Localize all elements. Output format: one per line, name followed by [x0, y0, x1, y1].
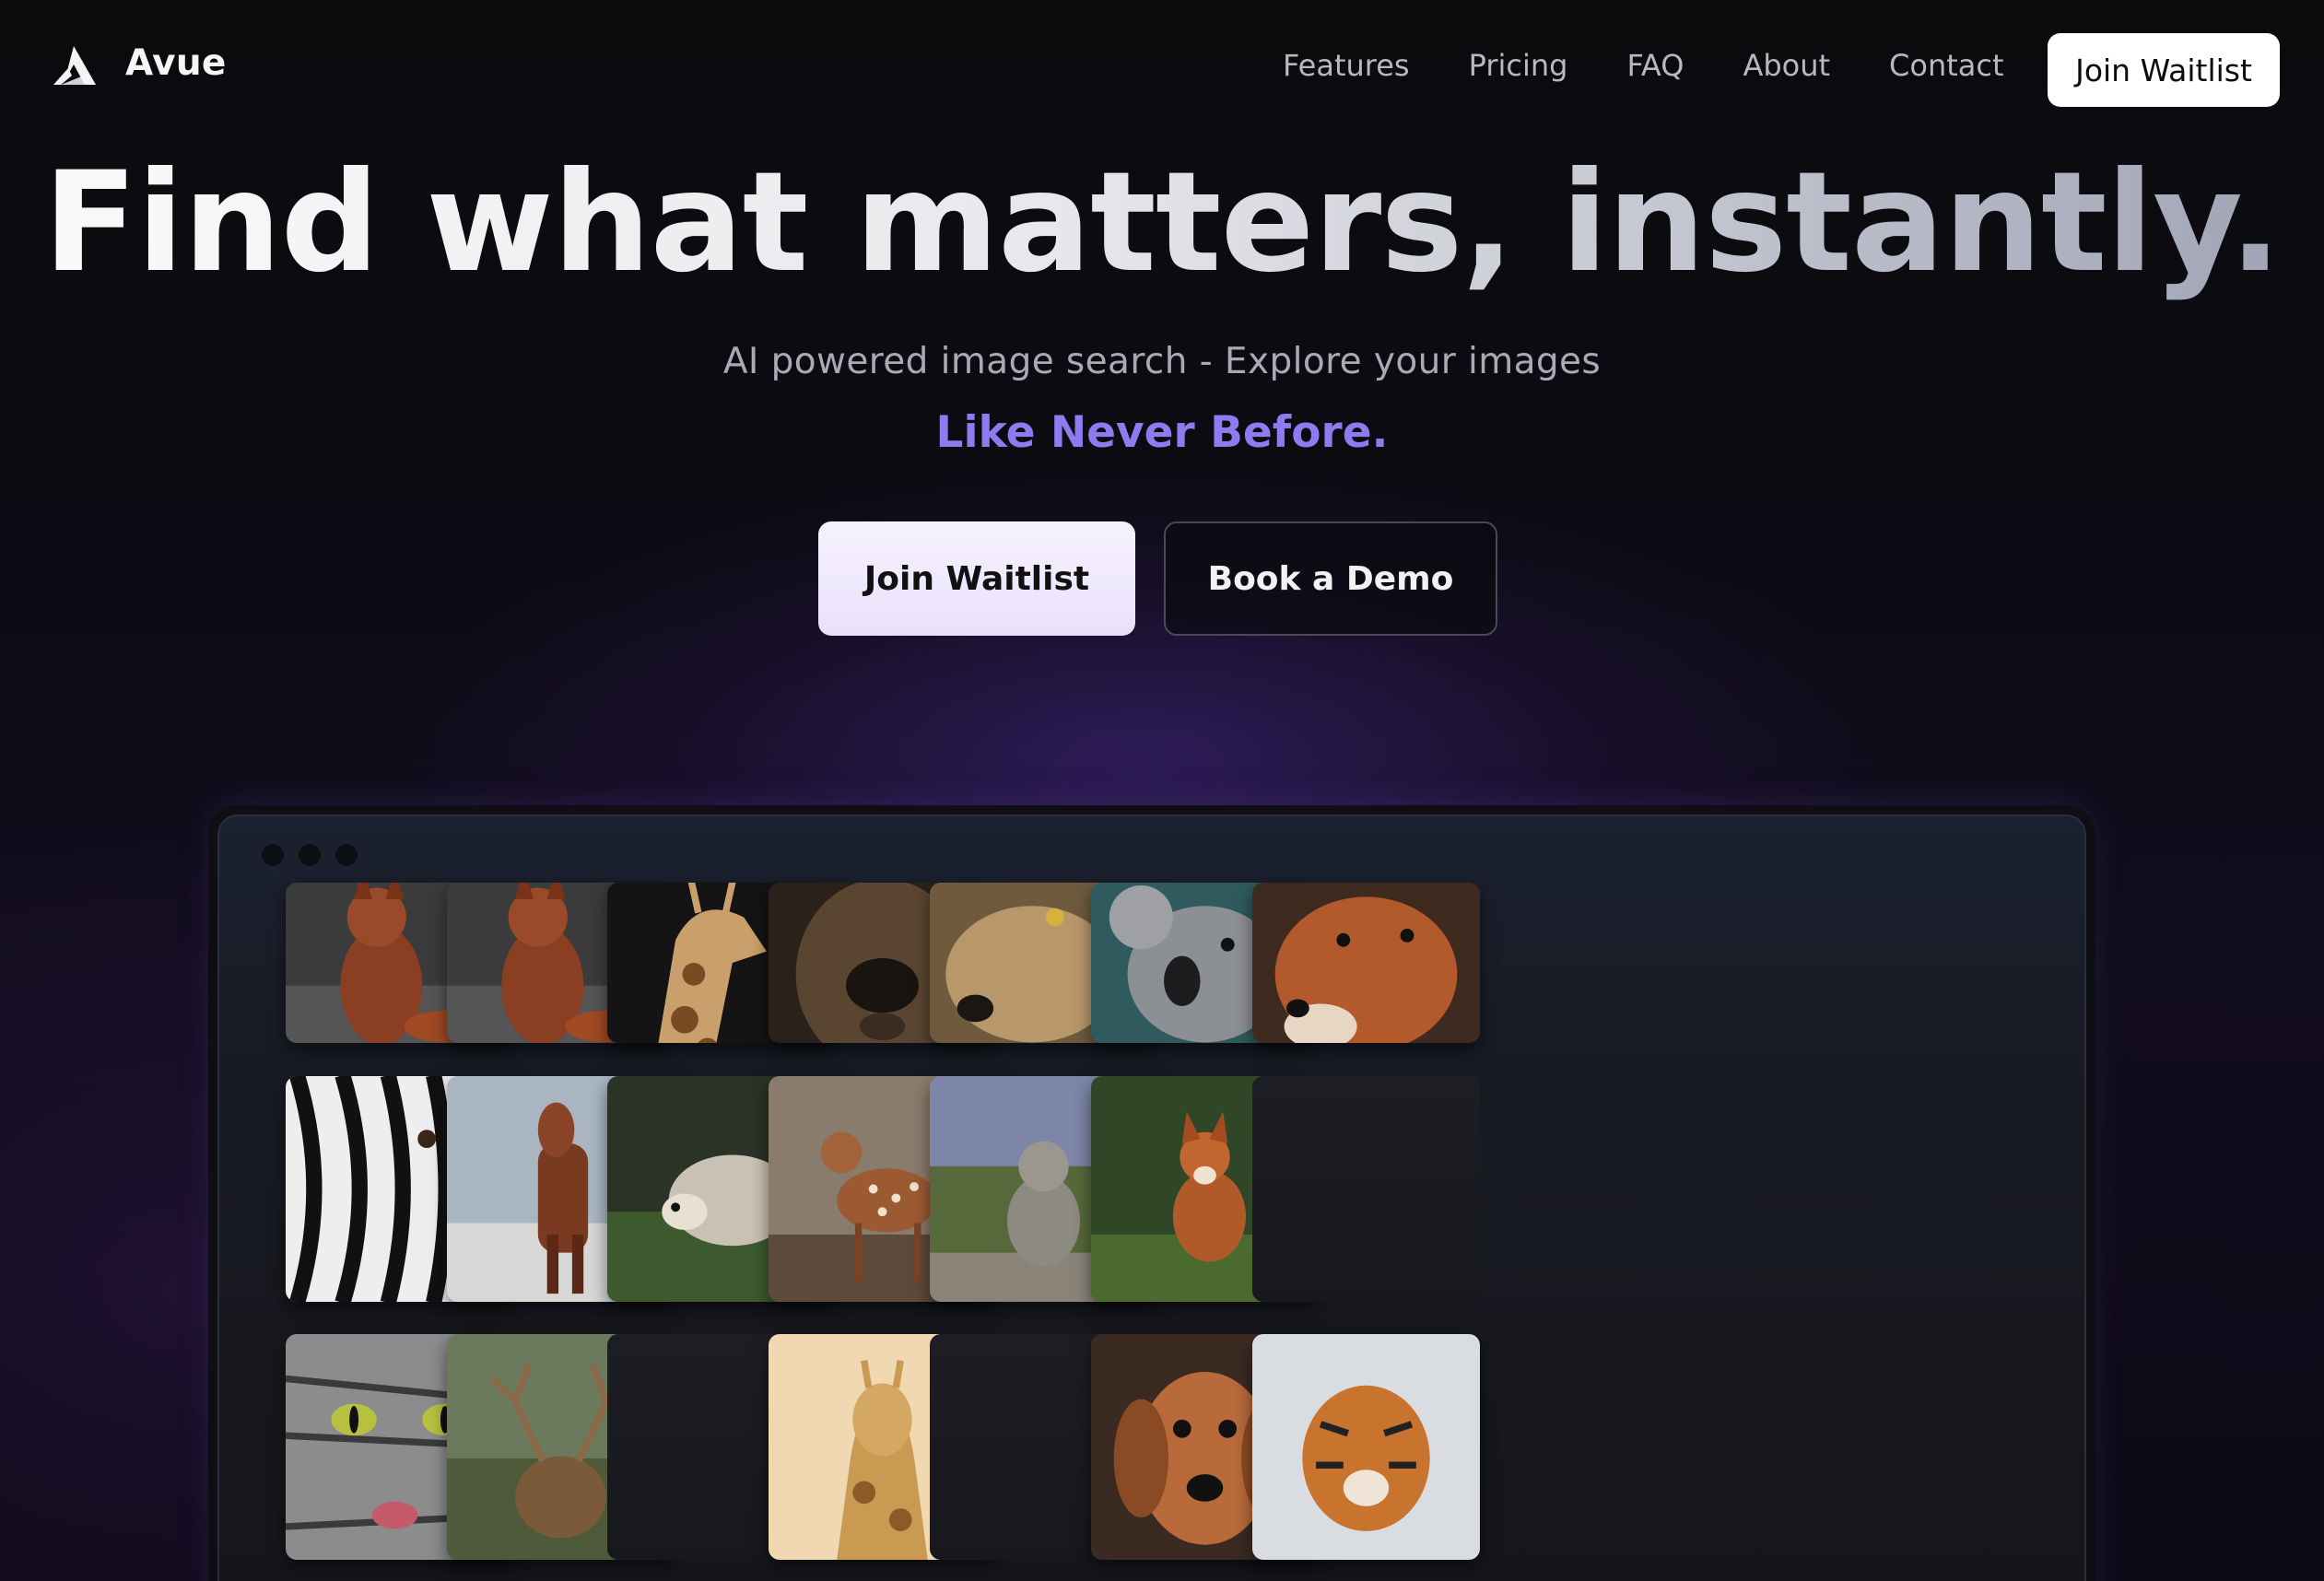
nav-link-pricing[interactable]: Pricing [1469, 48, 1568, 83]
hero-accent-text: Like Never Before. [935, 407, 1389, 458]
window-controls [262, 844, 372, 866]
nav-join-waitlist-button[interactable]: Join Waitlist [2048, 33, 2280, 107]
window-dot-maximize [335, 844, 358, 866]
brand-name[interactable]: Avue [125, 42, 227, 84]
landing-page: Avue Features Pricing FAQ About Contact … [0, 0, 2324, 1581]
image-tile-tiger[interactable] [1252, 1334, 1480, 1560]
book-demo-button[interactable]: Book a Demo [1164, 521, 1497, 636]
tiger-image [1252, 1334, 1480, 1560]
nav-link-features[interactable]: Features [1283, 48, 1410, 83]
hero-subtitle: AI powered image search - Explore your i… [722, 341, 1602, 382]
nav-link-faq[interactable]: FAQ [1626, 48, 1684, 83]
red-fox-face-image [1252, 883, 1480, 1043]
window-dot-close [262, 844, 284, 866]
window-dot-minimize [299, 844, 321, 866]
nav-link-contact[interactable]: Contact [1889, 48, 2004, 83]
image-tile-red-fox-face[interactable] [1252, 883, 1480, 1043]
top-nav: Avue Features Pricing FAQ About Contact … [0, 0, 2324, 140]
hero-title: Find what matters, instantly. [0, 140, 2324, 306]
nav-links: Features Pricing FAQ About Contact [1283, 48, 2063, 83]
avue-logo-icon[interactable] [48, 41, 100, 92]
join-waitlist-button[interactable]: Join Waitlist [818, 521, 1135, 636]
nav-link-about[interactable]: About [1743, 48, 1830, 83]
app-preview-window [217, 814, 2086, 1581]
image-placeholder [1252, 1076, 1480, 1302]
